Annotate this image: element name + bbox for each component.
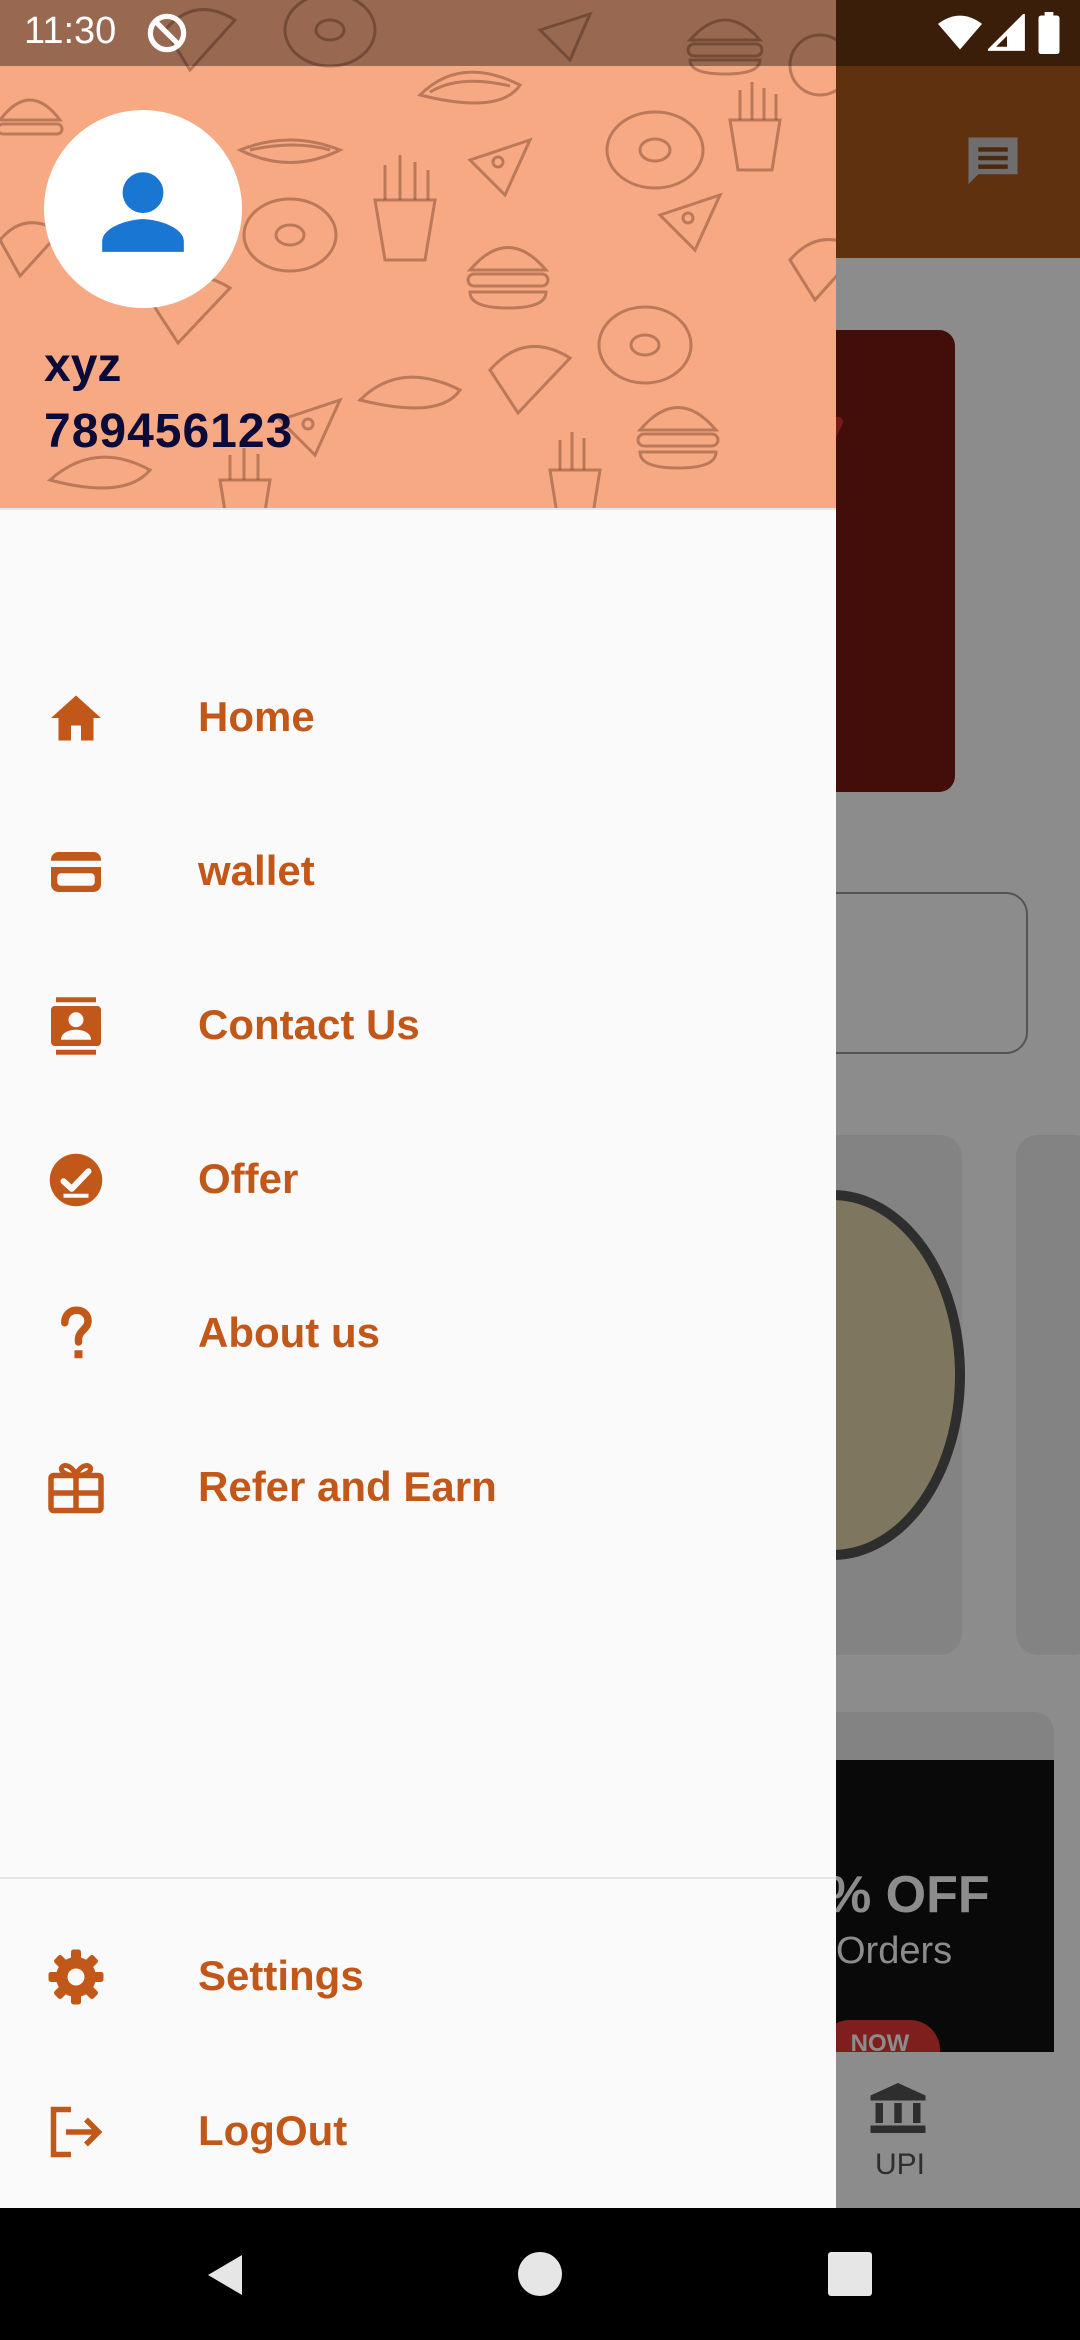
drawer-item-wallet[interactable]: wallet bbox=[0, 795, 836, 945]
drawer-item-about-us[interactable]: About us bbox=[0, 1257, 836, 1407]
navigation-drawer: xyz 789456123 Home wallet Contact Us Off… bbox=[0, 0, 836, 2208]
wifi-icon bbox=[938, 15, 982, 50]
drawer-item-refer-and-earn[interactable]: Refer and Earn bbox=[0, 1411, 836, 1561]
battery-icon bbox=[1038, 12, 1060, 54]
user-name: xyz bbox=[44, 339, 122, 392]
drawer-item-settings[interactable]: Settings bbox=[0, 1900, 836, 2050]
drawer-item-home[interactable]: Home bbox=[0, 641, 836, 791]
status-time: 11:30 bbox=[24, 10, 117, 52]
offer-icon bbox=[49, 1153, 103, 1207]
drawer-header: xyz 789456123 bbox=[0, 0, 836, 510]
drawer-item-offer[interactable]: Offer bbox=[0, 1103, 836, 1253]
contact-icon bbox=[51, 997, 101, 1055]
drawer-item-label: LogOut bbox=[198, 2107, 348, 2154]
home-button[interactable] bbox=[518, 2252, 562, 2296]
status-bar: 11:30 bbox=[0, 0, 1080, 66]
recent-apps-button[interactable] bbox=[828, 2252, 872, 2296]
user-phone: 789456123 bbox=[44, 405, 294, 458]
drawer-item-label: Home bbox=[198, 693, 315, 740]
drawer-item-label: wallet bbox=[198, 847, 315, 894]
help-icon bbox=[61, 1306, 92, 1359]
home-icon bbox=[51, 695, 101, 741]
back-icon[interactable] bbox=[202, 2250, 250, 2300]
person-icon bbox=[102, 172, 184, 252]
drawer-item-logout[interactable]: LogOut bbox=[0, 2055, 836, 2205]
drawer-item-label: Settings bbox=[198, 1952, 364, 1999]
drawer-item-label: About us bbox=[198, 1309, 380, 1356]
logout-icon bbox=[50, 2106, 103, 2158]
avatar[interactable] bbox=[44, 110, 242, 308]
drawer-item-label: Refer and Earn bbox=[198, 1463, 497, 1510]
drawer-item-label: Contact Us bbox=[198, 1001, 420, 1048]
signal-icon bbox=[988, 14, 1025, 51]
gear-icon bbox=[48, 1949, 104, 2005]
drawer-divider bbox=[0, 1877, 836, 1879]
drawer-item-label: Offer bbox=[198, 1155, 299, 1202]
do-not-disturb-icon bbox=[147, 13, 187, 53]
wallet-icon bbox=[51, 852, 101, 892]
drawer-item-contact-us[interactable]: Contact Us bbox=[0, 949, 836, 1099]
gift-icon bbox=[48, 1463, 104, 1514]
